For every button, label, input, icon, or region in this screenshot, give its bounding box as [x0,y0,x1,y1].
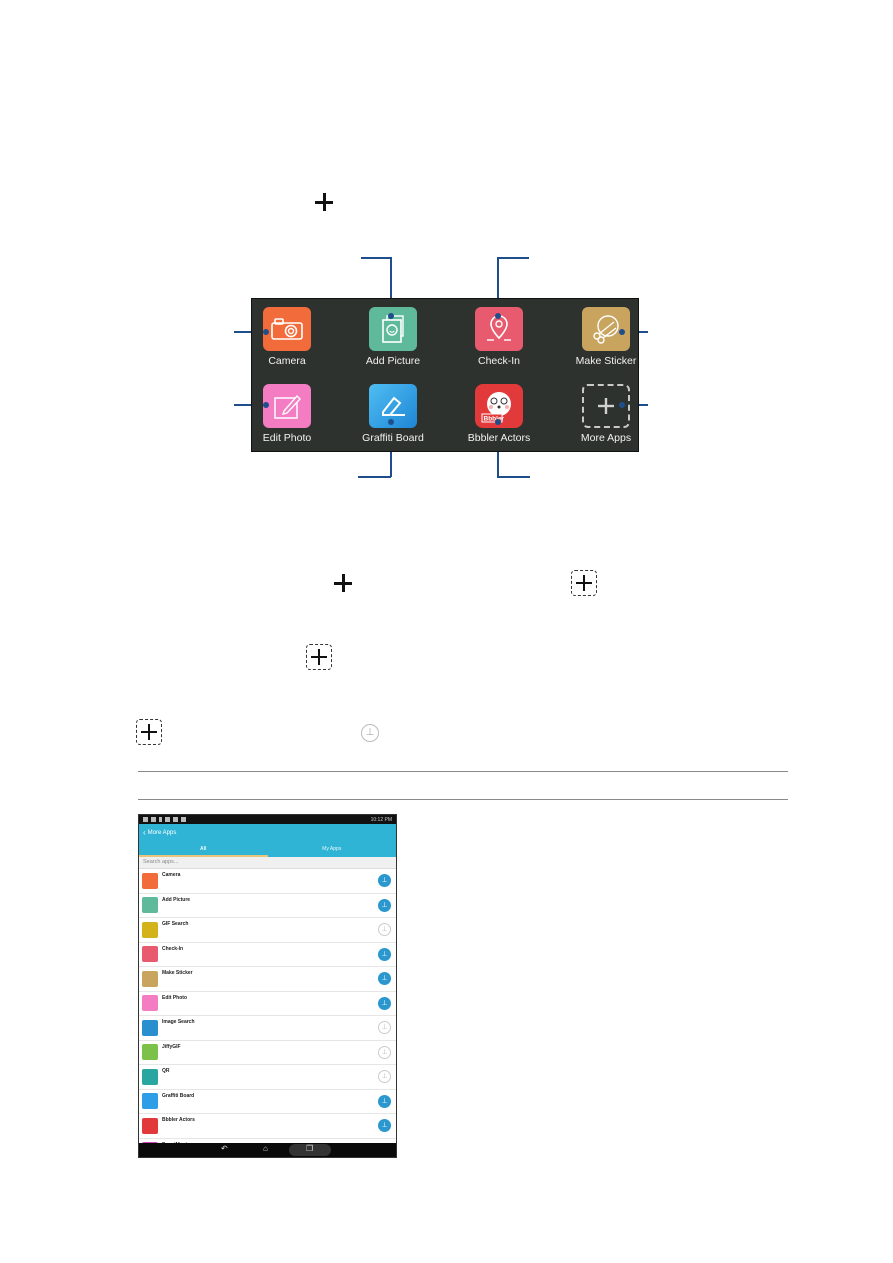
tray-label: Edit Photo [262,432,312,444]
pin-icon-pinned[interactable]: ⊥ [378,1119,391,1132]
app-list-item[interactable]: Graffiti Board ⊥ [139,1090,396,1114]
pin-icon-unpinned[interactable]: ⊥ [378,1021,391,1034]
tray-label: Camera [268,355,306,367]
callout-dot [388,313,394,319]
tray-label: Check-In [477,355,520,367]
status-bar: 10:12 PM [139,815,396,824]
callout-dot [619,402,625,408]
app-list-item[interactable]: Check-In ⊥ [139,943,396,967]
pin-icon-pinned[interactable]: ⊥ [378,996,391,1010]
app-icon [142,1093,158,1109]
plus-icon [313,191,335,213]
back-button[interactable]: ‹ More Apps [143,828,176,837]
app-label: Add Picture [162,896,191,903]
tray-item-graffiti-board[interactable]: Graffiti Board [345,384,441,444]
app-icon [142,946,158,962]
nav-bar: ↶ ⌂ ❐ [139,1143,396,1157]
app-label: Check-In [162,945,184,952]
tray-item-bbbler-actors[interactable]: Bbbler Bbbler Actors [451,384,547,444]
app-label: Make Sticker [162,970,193,976]
app-list-item[interactable]: Camera ⊥ [139,869,396,894]
divider [138,771,788,772]
app-icon [142,1117,158,1134]
callout-dot [263,402,269,408]
pin-icon-unpinned[interactable]: ⊥ [378,1045,391,1059]
app-label: Image Search [162,1019,195,1025]
pin-icon-pinned[interactable]: ⊥ [378,947,391,961]
callout-line [358,476,391,478]
app-icon [142,921,158,938]
recent-apps-icon: ❐ [306,1144,314,1153]
tray-label: Bbbler Actors [467,432,531,444]
plus-icon [332,572,354,594]
app-list-item[interactable]: QR ⊥ [139,1065,396,1090]
app-label: GIF Search [162,921,189,927]
app-icon [142,872,158,889]
more-apps-plus-icon [571,570,597,596]
callout-dot [495,313,501,319]
tray-item-make-sticker[interactable]: Make Sticker [558,307,654,367]
pin-icon-unpinned[interactable]: ⊥ [378,923,391,936]
pin-icon-pinned[interactable]: ⊥ [378,1094,391,1108]
divider [138,799,788,800]
tray-item-more-apps[interactable]: More Apps [558,384,654,444]
pin-icon-pinned[interactable]: ⊥ [378,898,391,912]
tab-my-apps[interactable]: My Apps [268,843,397,857]
status-time: 10:12 PM [370,816,392,823]
edit-photo-icon [263,384,311,428]
tray-item-camera[interactable]: Camera [239,307,335,367]
page-title: More Apps [147,829,177,836]
pin-icon-pinned[interactable]: ⊥ [378,874,391,887]
app-list-item[interactable]: Make Sticker ⊥ [139,967,396,992]
tray-label: Graffiti Board [362,432,424,444]
app-list-item[interactable]: Bbbler Actors ⊥ [139,1114,396,1139]
apps-tray: Camera Add Picture Check-In Make Sticker… [251,298,639,452]
camera-icon [263,307,311,351]
callout-dot [495,419,501,425]
more-apps-plus-icon [306,644,332,670]
app-icon [142,995,158,1011]
app-label: JiffyGIF [162,1043,181,1050]
app-label: Graffiti Board [162,1092,195,1099]
tray-label: Make Sticker [575,355,637,367]
pin-icon: ⊥ [361,724,379,742]
app-list-item[interactable]: JiffyGIF ⊥ [139,1041,396,1065]
search-input[interactable]: Search apps... [139,857,396,869]
app-label: Edit Photo [162,994,187,1001]
callout-line [497,257,529,259]
back-nav-icon[interactable]: ↶ [221,1144,228,1153]
app-list-item[interactable]: GIF Search ⊥ [139,918,396,943]
tab-all[interactable]: All [139,843,268,857]
app-icon [142,1044,158,1060]
callout-line [497,476,530,478]
pin-icon-unpinned[interactable]: ⊥ [378,1070,391,1083]
app-icon [142,970,158,987]
tray-label: Add Picture [365,355,421,367]
pin-icon-pinned[interactable]: ⊥ [378,972,391,985]
app-label: QR [162,1068,170,1074]
apps-list: Camera ⊥ Add Picture ⊥ GIF Search ⊥ Check-In ⊥ M… [139,869,396,1157]
tray-item-edit-photo[interactable]: Edit Photo [239,384,335,444]
app-icon [142,897,158,913]
more-apps-screenshot: 10:12 PM ‹ More Apps All My Apps Search … [138,814,397,1158]
chevron-left-icon: ‹ [143,828,146,837]
home-icon[interactable]: ⌂ [263,1144,268,1153]
tray-label: More Apps [580,432,632,444]
more-apps-plus-icon [136,719,162,745]
callout-line [361,257,391,259]
app-label: Bbbler Actors [162,1117,195,1123]
app-label: Camera [162,872,181,878]
app-icon [142,1019,158,1036]
app-icon [142,1068,158,1085]
callout-dot [263,329,269,335]
callout-dot [388,419,394,425]
app-list-item[interactable]: Image Search ⊥ [139,1016,396,1041]
callout-dot [619,329,625,335]
app-list-item[interactable]: Edit Photo ⊥ [139,992,396,1016]
app-header: ‹ More Apps All My Apps [139,824,396,857]
app-list-item[interactable]: Add Picture ⊥ [139,894,396,918]
